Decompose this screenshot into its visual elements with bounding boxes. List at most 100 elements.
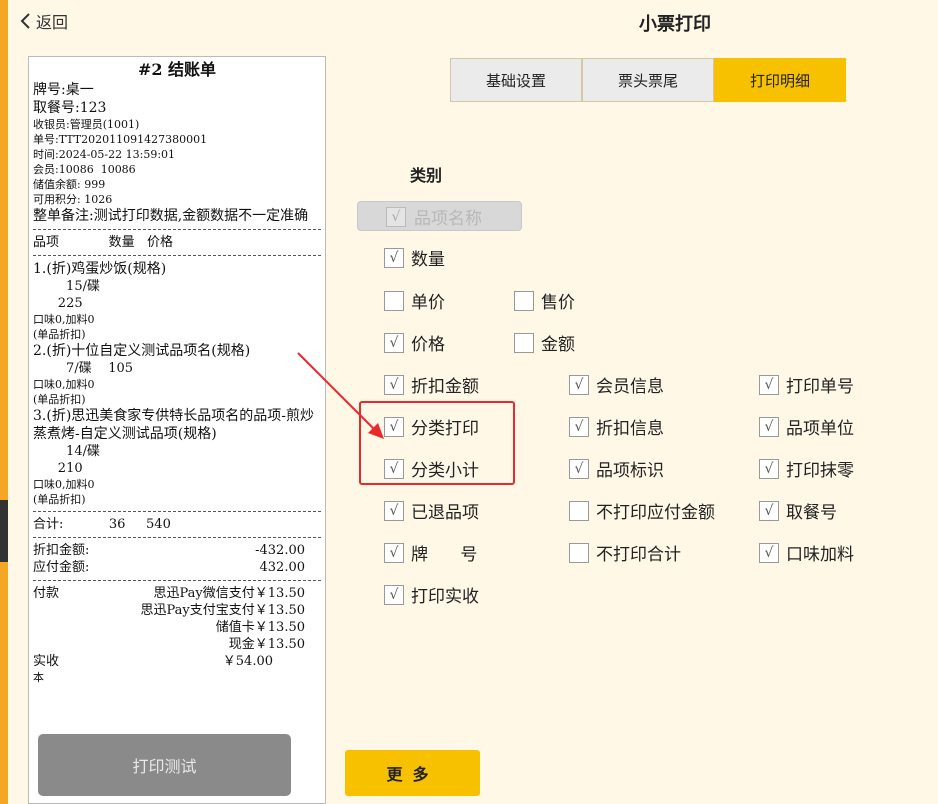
divider: [33, 229, 321, 230]
receipt-cashier: 收银员:管理员(1001): [33, 118, 140, 131]
tab-header-footer[interactable]: 票头票尾: [582, 58, 714, 102]
option-item-name: √ 品项名称: [357, 201, 522, 231]
page-title: 小票打印: [639, 14, 711, 35]
receipt-payment: 现金￥13.50: [228, 637, 305, 652]
option-print-received[interactable]: √ 打印实收: [384, 582, 479, 607]
option-item-unit[interactable]: √ 品项单位: [759, 414, 854, 439]
option-label: 不打印应付金额: [596, 503, 715, 523]
back-button[interactable]: 返回: [20, 9, 68, 33]
receipt-item-discount: (单品折扣): [33, 328, 86, 341]
checkbox-icon: √: [384, 542, 404, 563]
option-flavor-addon[interactable]: √ 口味加料: [759, 540, 854, 565]
receipt-title: #2 结账单: [137, 60, 217, 79]
checkbox-icon: √: [384, 584, 404, 605]
checkbox-icon: √: [759, 374, 779, 395]
receipt-note: 整单备注:测试打印数据,金额数据不一定准确: [33, 208, 309, 224]
checkbox-icon: √: [759, 458, 779, 479]
receipt-payment: 思迅Pay微信支付￥13.50: [153, 586, 305, 601]
receipt-item-name: 2.(折)十位自定义测试品项名(规格): [33, 343, 251, 359]
checkbox-icon: [514, 290, 534, 311]
option-plate-no[interactable]: √ 牌 号: [384, 540, 477, 565]
option-print-order-no[interactable]: √ 打印单号: [759, 372, 854, 397]
annotation-arrow-icon: [297, 352, 384, 439]
option-label: 折扣金额: [411, 377, 479, 397]
option-quantity[interactable]: √ 数量: [384, 245, 445, 270]
receipt-header-row: 品项 数量 价格: [33, 235, 173, 250]
checkbox-icon: √: [759, 416, 779, 437]
receipt-item-flavor: 口味0,加料0: [33, 378, 95, 391]
back-label: 返回: [36, 13, 69, 32]
receipt-item-discount: (单品折扣): [33, 393, 86, 406]
receipt-payable-value: 432.00: [259, 560, 306, 575]
checkbox-icon: √: [759, 542, 779, 563]
option-label: 打印单号: [786, 377, 854, 397]
checkbox-icon: √: [384, 247, 404, 268]
option-label: 单价: [411, 293, 445, 313]
divider: [33, 580, 321, 581]
receipt-item-flavor: 口味0,加料0: [33, 313, 95, 326]
option-print-rounding[interactable]: √ 打印抹零: [759, 456, 854, 481]
option-no-print-total[interactable]: 不打印合计: [569, 540, 681, 565]
receipt-total-row: 合计: 36 540: [33, 517, 171, 532]
option-label: 品项标识: [596, 461, 664, 481]
print-test-button[interactable]: 打印测试: [38, 734, 291, 796]
receipt-time: 时间:2024-05-22 13:59:01: [33, 148, 176, 161]
option-label: 不打印合计: [596, 545, 681, 565]
receipt-item-name: 1.(折)鸡蛋炒饭(规格): [33, 261, 167, 277]
option-label: 打印实收: [411, 587, 479, 607]
receipt-balance: 储值余额: 999: [33, 178, 106, 191]
option-label: 品项单位: [786, 419, 854, 439]
receipt-preview[interactable]: #2 结账单 牌号:桌一 取餐号:123 收银员:管理员(1001) 单号:TT…: [28, 56, 326, 804]
option-member-info[interactable]: √ 会员信息: [569, 372, 664, 397]
option-label: 牌 号: [411, 545, 478, 565]
checkbox-icon: [569, 542, 589, 563]
receipt-payment: 储值卡￥13.50: [215, 620, 305, 635]
checkbox-icon: √: [569, 458, 589, 479]
tab-basic-settings[interactable]: 基础设置: [450, 58, 582, 102]
option-unit-price[interactable]: 单价: [384, 288, 445, 313]
receipt-discount-row: 折扣金额: -432.00: [33, 542, 321, 559]
option-label: 折扣信息: [596, 419, 664, 439]
option-item-mark[interactable]: √ 品项标识: [569, 456, 664, 481]
option-pickup-no[interactable]: √ 取餐号: [759, 498, 837, 523]
receipt-item-qty: 7/碟 105: [33, 361, 134, 376]
option-label: 会员信息: [596, 377, 664, 397]
receipt-member: 会员:10086 10086: [33, 163, 136, 176]
checkbox-icon: [384, 290, 404, 311]
divider: [33, 511, 321, 512]
option-returned-items[interactable]: √ 已退品项: [384, 498, 479, 523]
option-label: 价格: [411, 335, 445, 355]
settings-tabs: 基础设置 票头票尾 打印明细: [450, 58, 846, 102]
option-label: 售价: [541, 293, 575, 313]
option-sale-price[interactable]: 售价: [514, 288, 575, 313]
receipt-plate: 牌号:桌一: [33, 82, 94, 98]
checkbox-icon: √: [384, 500, 404, 521]
receipt-item-price: 210: [33, 461, 83, 476]
receipt-discount-label: 折扣金额:: [33, 543, 90, 558]
option-label: 口味加料: [786, 545, 854, 565]
option-no-print-payable[interactable]: 不打印应付金额: [569, 498, 715, 523]
chevron-left-icon: [20, 13, 30, 29]
tab-print-detail[interactable]: 打印明细: [714, 58, 846, 102]
checkbox-icon: √: [569, 416, 589, 437]
receipt-item-price: 225: [33, 296, 83, 311]
checkbox-icon: √: [386, 207, 406, 227]
receipt-truncated-line: 本: [33, 671, 44, 684]
receipt-item-qty: 14/碟: [33, 444, 100, 459]
checkbox-icon: √: [569, 374, 589, 395]
receipt-order-no: 单号:TTT202011091427380001: [33, 133, 208, 146]
receipt-payment-row: 付款 思迅Pay微信支付￥13.50: [33, 585, 321, 602]
left-accent-handle[interactable]: [0, 500, 8, 562]
receipt-item-qty: 15/碟: [33, 279, 100, 294]
receipt-item-discount: (单品折扣): [33, 493, 86, 506]
checkbox-icon: √: [759, 500, 779, 521]
left-accent-bar: [0, 0, 8, 804]
receipt-payable-label: 应付金额:: [33, 560, 90, 575]
option-amount[interactable]: 金额: [514, 330, 575, 355]
option-discount-info[interactable]: √ 折扣信息: [569, 414, 664, 439]
option-label: 数量: [411, 250, 445, 270]
more-button[interactable]: 更多: [345, 750, 480, 796]
receipt-payment: 思迅Pay支付宝支付￥13.50: [140, 603, 305, 618]
checkbox-icon: [514, 332, 534, 353]
receipt-points: 可用积分: 1026: [33, 193, 113, 206]
